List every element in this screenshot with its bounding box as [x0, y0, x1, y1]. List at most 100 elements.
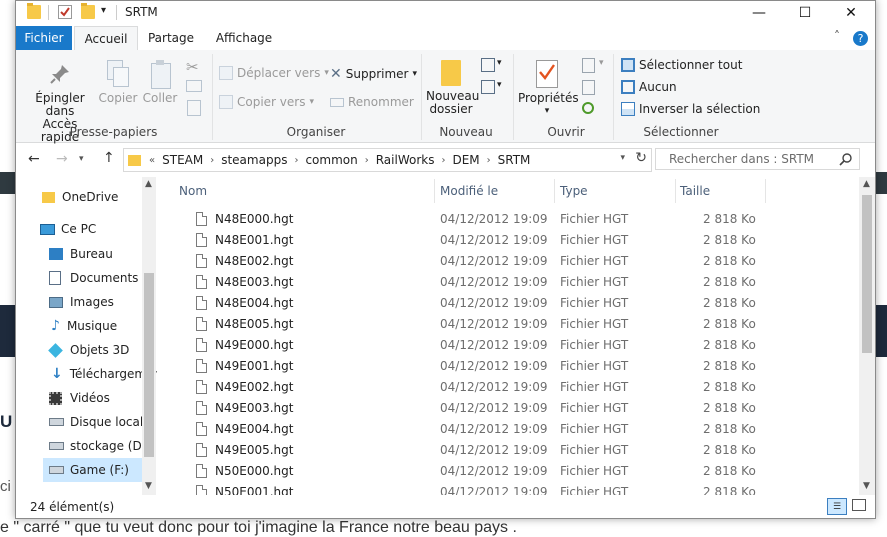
file-type: Fichier HGT [560, 380, 629, 394]
scroll-down-icon[interactable]: ▼ [863, 481, 870, 491]
file-row[interactable]: N48E004.hgt 04/12/2012 19:09 Fichier HGT 2 … [159, 293, 849, 314]
tab-share[interactable]: Partage [140, 26, 202, 50]
file-row[interactable]: N48E001.hgt 04/12/2012 19:09 Fichier HGT 2 … [159, 230, 849, 251]
open-dropdown-icon[interactable]: ▾ [599, 58, 604, 68]
scroll-up-icon[interactable]: ▲ [145, 179, 152, 189]
nav-item-3d-objects[interactable]: Objets 3D [48, 338, 129, 362]
customize-toolbar-icon[interactable]: ▾ [101, 5, 106, 16]
file-row[interactable]: N49E001.hgt 04/12/2012 19:09 Fichier HGT 2 … [159, 356, 849, 377]
column-separator[interactable] [554, 179, 555, 203]
column-header-size[interactable]: Taille [680, 177, 710, 205]
tab-file[interactable]: Fichier [16, 26, 72, 50]
paste-shortcut-icon[interactable] [187, 100, 201, 116]
file-row[interactable]: N50E001.hgt 04/12/2012 19:09 Fichier HGT 2 … [159, 482, 849, 495]
nav-item-pictures[interactable]: Images [49, 290, 114, 314]
file-row[interactable]: N49E002.hgt 04/12/2012 19:09 Fichier HGT 2 … [159, 377, 849, 398]
rename-button[interactable]: Renommer [330, 95, 414, 109]
new-folder-button[interactable]: Nouveau dossier [426, 60, 479, 116]
delete-button[interactable]: ✕ Supprimer ▾ [330, 66, 417, 82]
new-item-icon[interactable] [481, 58, 495, 72]
file-icon [196, 233, 207, 247]
new-item-dropdown-icon[interactable]: ▾ [497, 58, 502, 68]
folder-icon [128, 154, 141, 166]
nav-item-game-f[interactable]: Game (F:) [43, 458, 143, 482]
file-row[interactable]: N49E003.hgt 04/12/2012 19:09 Fichier HGT 2 … [159, 398, 849, 419]
close-button[interactable]: ✕ [828, 1, 874, 25]
file-row[interactable]: N50E000.hgt 04/12/2012 19:09 Fichier HGT 2 … [159, 461, 849, 482]
column-header-type[interactable]: Type [560, 177, 588, 205]
column-header-date[interactable]: Modifié le [440, 177, 498, 205]
forward-icon[interactable]: → [56, 151, 68, 167]
scroll-down-icon[interactable]: ▼ [145, 481, 152, 491]
refresh-icon[interactable]: ↻ [635, 150, 647, 166]
tab-view[interactable]: Affichage [208, 26, 280, 50]
recent-locations-icon[interactable]: ▾ [79, 154, 84, 164]
nav-item-this-pc[interactable]: Ce PC [40, 217, 96, 241]
drive-icon [49, 442, 64, 450]
file-row[interactable]: N48E000.hgt 04/12/2012 19:09 Fichier HGT 2 … [159, 209, 849, 230]
easy-access-icon[interactable] [481, 80, 495, 94]
minimize-button[interactable]: — [736, 1, 782, 25]
nav-item-music[interactable]: ♪ Musique [51, 314, 117, 338]
back-icon[interactable]: ← [28, 151, 40, 167]
new-folder-icon[interactable] [81, 3, 95, 19]
address-bar[interactable]: « STEAM › steamapps › common › RailWorks › D… [123, 148, 652, 172]
search-input[interactable]: Rechercher dans : SRTM [655, 148, 860, 170]
breadcrumb-common[interactable]: common [301, 153, 361, 167]
large-icons-view-icon[interactable] [852, 499, 866, 511]
nav-item-onedrive[interactable]: OneDrive [42, 185, 118, 209]
file-row[interactable]: N49E000.hgt 04/12/2012 19:09 Fichier HGT 2 … [159, 335, 849, 356]
nav-item-storage-d[interactable]: stockage (D:) [49, 434, 150, 458]
address-dropdown-icon[interactable]: ▾ [620, 153, 625, 163]
file-row[interactable]: N49E004.hgt 04/12/2012 19:09 Fichier HGT 2 … [159, 419, 849, 440]
scrollbar-thumb[interactable] [862, 195, 872, 353]
invert-selection-button[interactable]: Inverser la sélection [621, 102, 760, 116]
help-icon[interactable]: ? [853, 31, 868, 46]
file-row[interactable]: N49E005.hgt 04/12/2012 19:09 Fichier HGT 2 … [159, 440, 849, 461]
navigation-scrollbar[interactable]: ▲ ▼ [142, 177, 156, 495]
nav-item-desktop[interactable]: Bureau [49, 242, 113, 266]
copy-to-button[interactable]: Copier vers ▾ [219, 95, 314, 109]
column-header-name[interactable]: Nom [179, 177, 207, 205]
edit-icon[interactable] [582, 80, 595, 95]
file-row[interactable]: N48E005.hgt 04/12/2012 19:09 Fichier HGT 2 … [159, 314, 849, 335]
column-separator[interactable] [765, 179, 766, 203]
copy-button[interactable]: Copier [98, 60, 138, 105]
file-list-scrollbar[interactable]: ▲ ▼ [859, 177, 875, 495]
scrollbar-thumb[interactable] [144, 273, 154, 457]
maximize-button[interactable]: ☐ [782, 1, 828, 25]
open-icon[interactable] [582, 58, 595, 73]
properties-button[interactable]: Propriétés ▾ [518, 60, 579, 118]
details-view-icon[interactable]: ☰ [827, 498, 847, 515]
easy-access-dropdown-icon[interactable]: ▾ [497, 80, 502, 90]
scroll-up-icon[interactable]: ▲ [863, 179, 870, 189]
cut-icon[interactable]: ✂ [186, 58, 199, 76]
copy-path-icon[interactable] [186, 80, 202, 92]
history-icon[interactable] [582, 102, 594, 114]
nav-label: Bureau [70, 247, 113, 261]
breadcrumb-dem[interactable]: DEM [448, 153, 483, 167]
overflow-chevron[interactable]: « [146, 155, 158, 166]
properties-icon[interactable] [58, 5, 72, 19]
nav-item-documents[interactable]: Documents [49, 266, 138, 290]
nav-item-local-disk[interactable]: Disque local ( [49, 410, 152, 434]
file-row[interactable]: N48E003.hgt 04/12/2012 19:09 Fichier HGT 2 … [159, 272, 849, 293]
sort-ascending-icon: ˄ [312, 177, 317, 184]
select-none-button[interactable]: Aucun [621, 80, 677, 94]
paste-button[interactable]: Coller [140, 60, 180, 105]
file-size: 2 818 Ko [703, 380, 756, 394]
breadcrumb-railworks[interactable]: RailWorks [372, 153, 439, 167]
breadcrumb-steam[interactable]: STEAM [158, 153, 207, 167]
move-to-button[interactable]: Déplacer vers ▾ [219, 66, 329, 80]
column-separator[interactable] [434, 179, 435, 203]
nav-item-videos[interactable]: Vidéos [49, 386, 110, 410]
column-separator[interactable] [675, 179, 676, 203]
up-icon[interactable]: ↑ [103, 150, 115, 166]
breadcrumb-steamapps[interactable]: steamapps [217, 153, 291, 167]
collapse-ribbon-icon[interactable]: ˄ [834, 29, 840, 43]
select-all-button[interactable]: Sélectionner tout [621, 58, 742, 72]
tab-home[interactable]: Accueil [74, 26, 138, 52]
copy-icon [107, 60, 129, 88]
file-row[interactable]: N48E002.hgt 04/12/2012 19:09 Fichier HGT 2 … [159, 251, 849, 272]
breadcrumb-srtm[interactable]: SRTM [494, 153, 535, 167]
